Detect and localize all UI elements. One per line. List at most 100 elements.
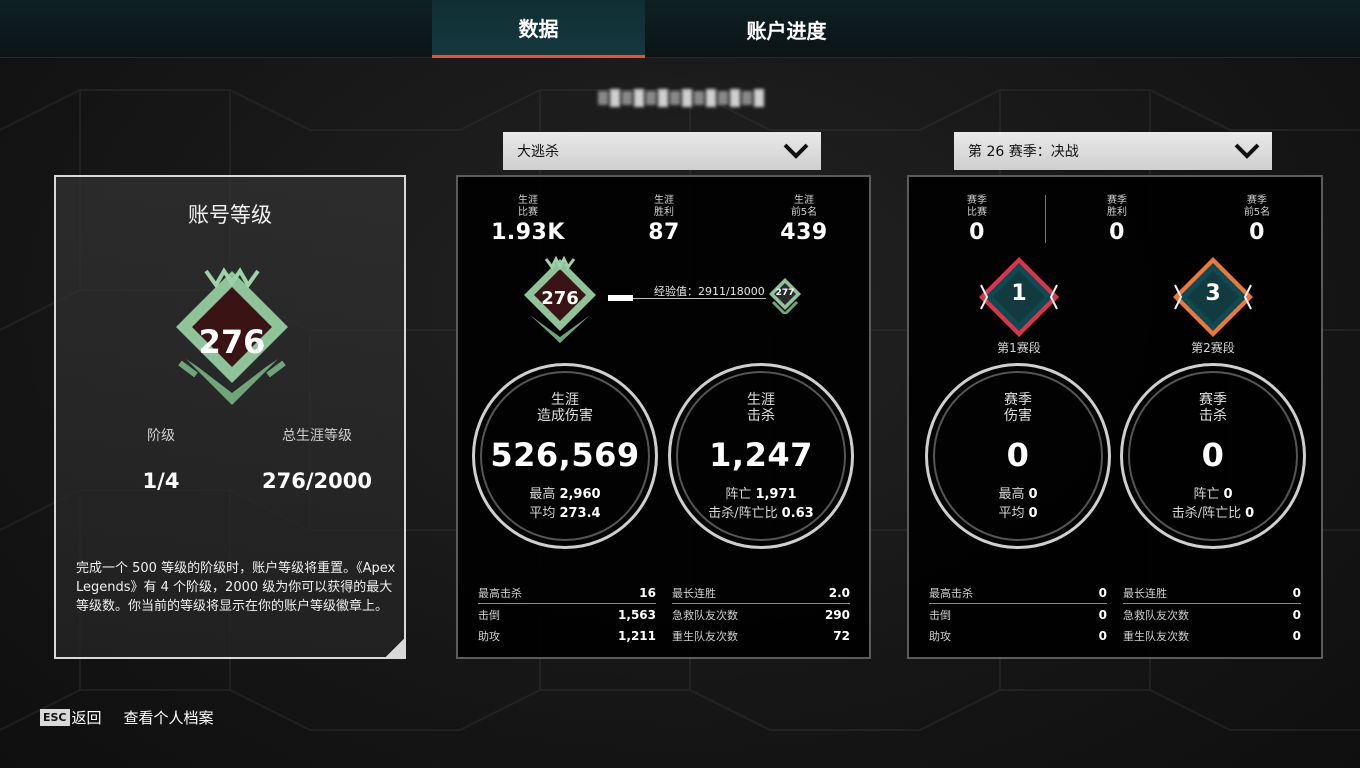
stat-value: 0 bbox=[1098, 586, 1107, 600]
sub-value: 2,960 bbox=[559, 487, 601, 502]
footer-actions: ESC 返回 查看个人档案 bbox=[40, 706, 214, 728]
career-right-stats: 最长连胜 2.0 急救队友次数 290 重生队友次数 72 bbox=[672, 583, 850, 646]
blur-block bbox=[742, 91, 752, 105]
stat-row: 急救队友次数 290 bbox=[672, 604, 850, 625]
back-label: 返回 bbox=[71, 708, 102, 727]
sub-label: 平均 bbox=[998, 506, 1025, 521]
circle-title-line: 伤害 bbox=[1004, 408, 1032, 424]
blur-block bbox=[694, 91, 704, 105]
season-matches-stat: 赛季 比赛 0 bbox=[927, 195, 1027, 245]
account-level-badge: 276 bbox=[166, 267, 298, 407]
sub-value: 0.63 bbox=[781, 506, 814, 521]
circle-sub-stat: 最高 2,960 bbox=[475, 483, 655, 502]
circle-title-line: 击杀 bbox=[1199, 408, 1227, 424]
sub-label: 阵亡 bbox=[725, 487, 752, 502]
stat-value: 0 bbox=[1292, 607, 1301, 622]
career-damage-value: 526,569 bbox=[490, 436, 640, 474]
season-dropdown[interactable]: 第 26 赛季：决战 bbox=[954, 132, 1272, 170]
tab-account-progress[interactable]: 账户进度 bbox=[680, 0, 893, 58]
stat-label: 赛季 bbox=[1107, 195, 1127, 206]
stat-value: 72 bbox=[833, 628, 850, 643]
stat-label: 急救队友次数 bbox=[672, 608, 738, 622]
circle-title-line: 生涯 bbox=[551, 392, 579, 408]
blur-block bbox=[622, 91, 632, 105]
view-profile-button[interactable]: 查看个人档案 bbox=[124, 707, 214, 728]
blur-block bbox=[646, 91, 656, 105]
circle-sub-stat: 阵亡 1,971 bbox=[671, 483, 851, 502]
season-damage-value: 0 bbox=[1006, 436, 1030, 474]
xp-progress-fill bbox=[608, 295, 633, 301]
account-level-title: 账号等级 bbox=[188, 203, 272, 227]
circle-title-line: 生涯 bbox=[747, 392, 775, 408]
season-matches-value: 0 bbox=[969, 220, 985, 245]
career-kills-circle: 生涯 击杀 1,247 阵亡 1,971 击杀/阵亡比 0.63 bbox=[668, 363, 854, 549]
career-stats-panel: 生涯 比赛 1.93K 生涯 胜利 87 生涯 前5名 439 276 经验值：… bbox=[456, 175, 871, 659]
sub-label: 最高 bbox=[529, 487, 556, 502]
season-top5-value: 0 bbox=[1249, 220, 1265, 245]
sub-value: 0 bbox=[1245, 506, 1255, 521]
stat-value: 1,563 bbox=[618, 607, 656, 622]
player-name-blurred bbox=[598, 82, 768, 114]
split2-rank-number: 3 bbox=[1205, 281, 1221, 306]
blur-block bbox=[670, 91, 680, 105]
split1-rank-badge[interactable]: 1 bbox=[977, 255, 1061, 339]
sub-label: 击杀/阵亡比 bbox=[1171, 506, 1242, 521]
split1-label: 第1赛段 bbox=[997, 341, 1041, 355]
sub-label: 最高 bbox=[998, 487, 1025, 502]
season-damage-circle: 赛季 伤害 0 最高 0 平均 0 bbox=[925, 363, 1111, 549]
season-kills-circle: 赛季 击杀 0 阵亡 0 击杀/阵亡比 0 bbox=[1120, 363, 1306, 549]
sub-value: 0 bbox=[1028, 487, 1038, 502]
career-top5-stat: 生涯 前5名 439 bbox=[754, 195, 854, 245]
sub-label: 击杀/阵亡比 bbox=[708, 506, 778, 521]
total-level-label: 总生涯等级 bbox=[282, 428, 352, 444]
stat-label: 重生队友次数 bbox=[672, 629, 738, 643]
stat-row: 最长连胜 2.0 bbox=[672, 583, 850, 604]
next-level-number: 277 bbox=[775, 288, 795, 298]
stat-value: 0 bbox=[1098, 607, 1107, 622]
career-wins-value: 87 bbox=[648, 220, 680, 245]
stat-row: 击倒 0 bbox=[929, 604, 1107, 625]
stat-label: 最高击杀 bbox=[929, 587, 973, 600]
current-level-badge: 276 bbox=[518, 255, 602, 343]
stat-value: 0 bbox=[1098, 628, 1107, 643]
season-top5-stat: 赛季 前5名 0 bbox=[1207, 195, 1307, 245]
stat-label: 生涯 bbox=[794, 195, 814, 206]
stat-label: 胜利 bbox=[1107, 207, 1127, 218]
stat-value: 0 bbox=[1292, 628, 1301, 643]
chevron-down-icon bbox=[1234, 143, 1260, 159]
sub-value: 0 bbox=[1223, 487, 1233, 502]
stat-label: 比赛 bbox=[518, 207, 538, 218]
sub-value: 273.4 bbox=[559, 506, 601, 521]
stat-label: 赛季 bbox=[1247, 195, 1267, 206]
split2-rank-badge[interactable]: 3 bbox=[1171, 255, 1255, 339]
circle-sub-stat: 最高 0 bbox=[928, 483, 1108, 502]
blur-block bbox=[754, 89, 764, 107]
stat-label: 助攻 bbox=[478, 629, 500, 643]
circle-title-line: 击杀 bbox=[747, 408, 775, 424]
stat-label: 急救队友次数 bbox=[1123, 608, 1189, 622]
stat-row: 急救队友次数 0 bbox=[1123, 604, 1301, 625]
career-kills-value: 1,247 bbox=[709, 436, 813, 474]
blur-block bbox=[634, 89, 644, 107]
stat-row: 最长连胜 0 bbox=[1123, 583, 1301, 604]
career-damage-circle: 生涯 造成伤害 526,569 最高 2,960 平均 273.4 bbox=[472, 363, 658, 549]
next-level-badge: 277 bbox=[767, 276, 803, 317]
sub-value: 1,971 bbox=[755, 487, 797, 502]
blur-block bbox=[598, 91, 608, 105]
stat-row: 最高击杀 0 bbox=[929, 583, 1107, 604]
account-level-description: 完成一个 500 等级的阶级时，账户等级将重置。《Apex Legends》有 … bbox=[76, 561, 396, 614]
tab-data[interactable]: 数据 bbox=[432, 0, 645, 58]
stat-row: 助攻 1,211 bbox=[478, 625, 656, 646]
circle-title-line: 赛季 bbox=[1199, 392, 1227, 408]
circle-title: 生涯 击杀 bbox=[671, 392, 851, 424]
blur-block bbox=[718, 91, 728, 105]
stat-row: 重生队友次数 72 bbox=[672, 625, 850, 646]
back-button[interactable]: ESC 返回 bbox=[40, 707, 102, 728]
mode-dropdown[interactable]: 大逃杀 bbox=[503, 132, 821, 170]
stat-row: 重生队友次数 0 bbox=[1123, 625, 1301, 646]
divider bbox=[1045, 195, 1046, 243]
season-dropdown-value: 第 26 赛季：决战 bbox=[968, 144, 1079, 160]
panel-corner-accent bbox=[384, 637, 406, 659]
esc-key-icon: ESC bbox=[40, 708, 70, 726]
top-nav-bar: 数据 账户进度 bbox=[0, 0, 1360, 58]
